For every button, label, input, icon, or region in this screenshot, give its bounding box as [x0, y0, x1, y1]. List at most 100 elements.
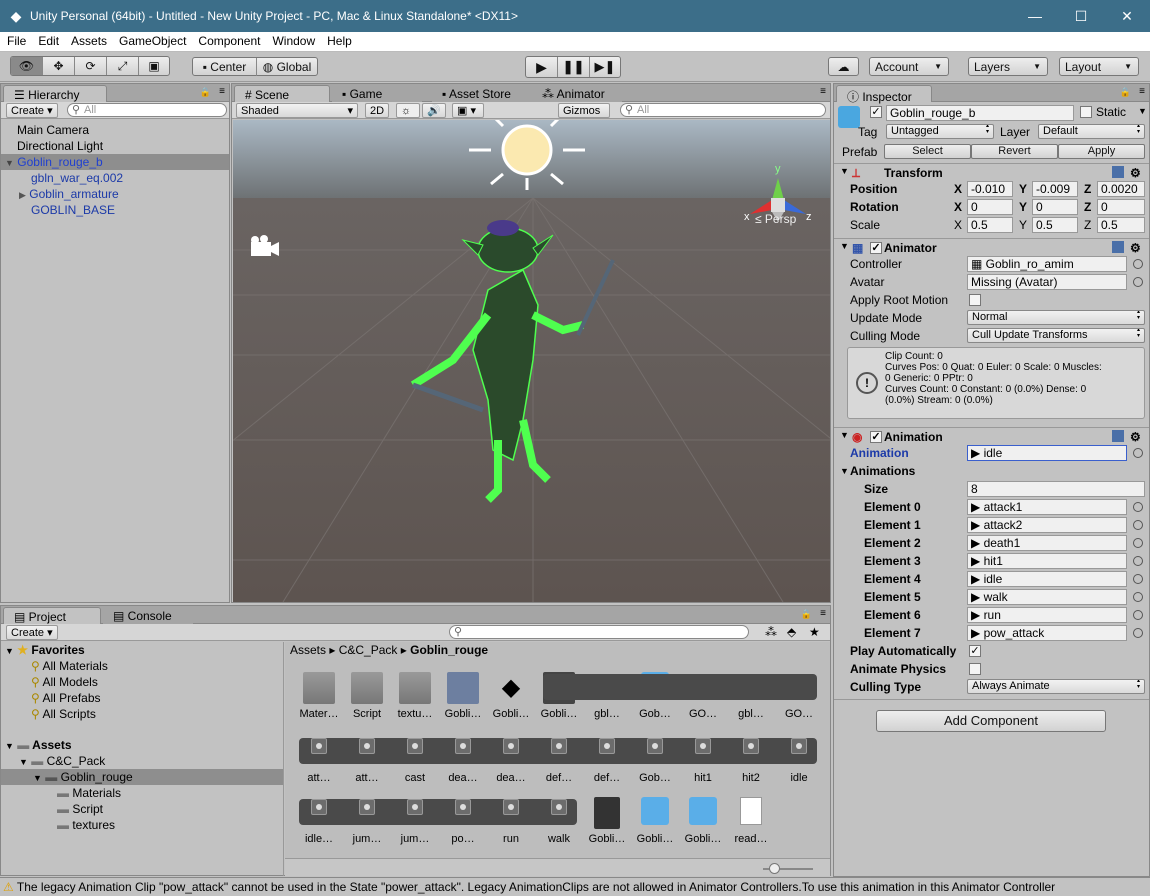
- lighting-toggle-icon[interactable]: ☼: [396, 103, 420, 118]
- panel-menu-icon[interactable]: ≡: [1139, 86, 1145, 97]
- position-x-field[interactable]: -0.010: [967, 181, 1013, 197]
- pause-icon[interactable]: ❚❚: [558, 57, 590, 77]
- asset-item[interactable]: Gobli…: [679, 791, 727, 851]
- asset-item[interactable]: dea…: [487, 730, 535, 790]
- hierarchy-item-goblin-armature[interactable]: ▶ Goblin_armature: [1, 186, 229, 202]
- element-clip-field[interactable]: ▶ death1: [967, 535, 1127, 551]
- element-clip-field[interactable]: ▶ pow_attack: [967, 625, 1127, 641]
- rotation-z-field[interactable]: 0: [1097, 199, 1145, 215]
- size-field[interactable]: 8: [967, 481, 1145, 497]
- object-picker-icon[interactable]: [1133, 592, 1143, 602]
- favorite-all-models[interactable]: ⚲ All Models: [1, 674, 283, 690]
- asset-item[interactable]: hit2: [727, 730, 775, 790]
- tab-inspector[interactable]: ⓘ Inspector: [836, 85, 932, 104]
- gameobject-name-field[interactable]: Goblin_rouge_b: [886, 105, 1074, 121]
- tab-asset-store[interactable]: ▪ Asset Store: [432, 85, 532, 102]
- position-y-field[interactable]: -0.009: [1032, 181, 1078, 197]
- breadcrumb-cc-pack[interactable]: C&C_Pack: [339, 643, 398, 657]
- static-checkbox[interactable]: [1080, 106, 1092, 118]
- asset-item[interactable]: ◆ Gobli…: [487, 666, 535, 726]
- play-icon[interactable]: ▶: [526, 57, 558, 77]
- expand-arrow-icon[interactable]: ▼: [5, 646, 14, 656]
- hierarchy-create-button[interactable]: Create ▾: [6, 103, 58, 118]
- menu-gameobject[interactable]: GameObject: [112, 32, 191, 48]
- hierarchy-item-directional-light[interactable]: Directional Light: [1, 138, 229, 154]
- expand-arrow-icon[interactable]: ▼: [19, 757, 28, 767]
- prefab-select-button[interactable]: Select: [884, 144, 971, 159]
- rotation-x-field[interactable]: 0: [967, 199, 1013, 215]
- favorite-star-icon[interactable]: ★: [809, 625, 820, 639]
- collapse-arrow-icon[interactable]: ▼: [840, 466, 849, 476]
- lock-icon[interactable]: 🔒: [200, 87, 211, 98]
- center-button[interactable]: ▪ Center: [193, 58, 257, 76]
- step-icon[interactable]: ▶❚: [590, 57, 620, 77]
- asset-item[interactable]: hit1: [679, 730, 727, 790]
- panel-menu-icon[interactable]: ≡: [820, 608, 826, 619]
- play-automatically-checkbox[interactable]: ✓: [969, 645, 981, 657]
- tree-textures[interactable]: ▬ textures: [1, 817, 283, 833]
- asset-item[interactable]: dea…: [439, 730, 487, 790]
- menu-edit[interactable]: Edit: [31, 32, 64, 48]
- lock-icon[interactable]: 🔒: [801, 609, 812, 620]
- status-bar[interactable]: ⚠ The legacy Animation Clip "pow_attack"…: [0, 877, 1150, 896]
- prefab-revert-button[interactable]: Revert: [971, 144, 1058, 159]
- close-button[interactable]: ✕: [1104, 0, 1150, 32]
- asset-item[interactable]: read…: [727, 791, 775, 851]
- element-clip-field[interactable]: ▶ idle: [967, 571, 1127, 587]
- scale-z-field[interactable]: 0.5: [1097, 217, 1145, 233]
- asset-item[interactable]: Gobli…: [583, 791, 631, 851]
- view-tool-eye-icon[interactable]: 👁: [11, 57, 43, 75]
- scale-y-field[interactable]: 0.5: [1032, 217, 1078, 233]
- collapse-arrow-icon[interactable]: ▼: [840, 166, 849, 176]
- settings-gear-icon[interactable]: ⚙: [1130, 166, 1141, 180]
- animation-clip-field[interactable]: ▶ idle: [967, 445, 1127, 461]
- tree-cc-pack[interactable]: ▼ ▬ C&C_Pack: [1, 753, 283, 769]
- tab-hierarchy[interactable]: ☰ Hierarchy: [3, 85, 107, 102]
- breadcrumb-assets[interactable]: Assets: [290, 643, 326, 657]
- tab-scene[interactable]: # Scene: [234, 85, 330, 102]
- project-create-button[interactable]: Create ▾: [6, 625, 58, 640]
- help-book-icon[interactable]: [1112, 166, 1124, 178]
- menu-help[interactable]: Help: [320, 32, 357, 48]
- asset-item[interactable]: po…: [439, 791, 487, 851]
- asset-item[interactable]: textu…: [391, 666, 439, 726]
- hierarchy-item-gbln-war-eq[interactable]: gbln_war_eq.002: [1, 170, 229, 186]
- asset-item[interactable]: Script: [343, 666, 391, 726]
- zoom-slider-thumb[interactable]: [769, 863, 780, 874]
- cloud-icon[interactable]: ☁: [828, 57, 859, 76]
- asset-item[interactable]: att…: [343, 730, 391, 790]
- add-component-button[interactable]: Add Component: [876, 710, 1106, 732]
- controller-field[interactable]: ▦ Goblin_ro_amim: [967, 256, 1127, 272]
- animator-enabled-checkbox[interactable]: ✓: [870, 242, 882, 254]
- asset-item[interactable]: def…: [535, 730, 583, 790]
- favorite-all-prefabs[interactable]: ⚲ All Prefabs: [1, 690, 283, 706]
- global-button[interactable]: ◍ Global: [257, 58, 317, 76]
- culling-type-dropdown[interactable]: Always Animate: [967, 679, 1145, 694]
- object-picker-icon[interactable]: [1133, 277, 1143, 287]
- tab-project[interactable]: ▤ Project: [3, 607, 101, 624]
- settings-gear-icon[interactable]: ⚙: [1130, 241, 1141, 255]
- menu-assets[interactable]: Assets: [64, 32, 112, 48]
- static-dropdown-icon[interactable]: ▼: [1138, 106, 1147, 116]
- avatar-field[interactable]: Missing (Avatar): [967, 274, 1127, 290]
- scale-x-field[interactable]: 0.5: [967, 217, 1013, 233]
- menu-window[interactable]: Window: [265, 32, 320, 48]
- layers-dropdown[interactable]: Layers ▼: [968, 57, 1048, 76]
- animate-physics-checkbox[interactable]: [969, 663, 981, 675]
- tree-materials[interactable]: ▬ Materials: [1, 785, 283, 801]
- audio-toggle-icon[interactable]: 🔊: [422, 103, 446, 118]
- effects-dropdown-icon[interactable]: ▣ ▾: [452, 103, 484, 118]
- scene-viewport[interactable]: y x z ≤ Persp: [233, 120, 830, 602]
- asset-item[interactable]: def…: [583, 730, 631, 790]
- active-checkbox[interactable]: ✓: [870, 106, 882, 118]
- object-picker-icon[interactable]: [1133, 502, 1143, 512]
- element-clip-field[interactable]: ▶ attack2: [967, 517, 1127, 533]
- object-picker-icon[interactable]: [1133, 448, 1143, 458]
- 2d-toggle[interactable]: 2D: [365, 103, 389, 118]
- tab-console[interactable]: ▤ Console: [103, 607, 193, 624]
- collapse-arrow-icon[interactable]: ▼: [840, 430, 849, 440]
- asset-item[interactable]: jum…: [343, 791, 391, 851]
- object-picker-icon[interactable]: [1133, 520, 1143, 530]
- panel-menu-icon[interactable]: ≡: [820, 86, 826, 97]
- move-tool-icon[interactable]: ✥: [43, 57, 75, 75]
